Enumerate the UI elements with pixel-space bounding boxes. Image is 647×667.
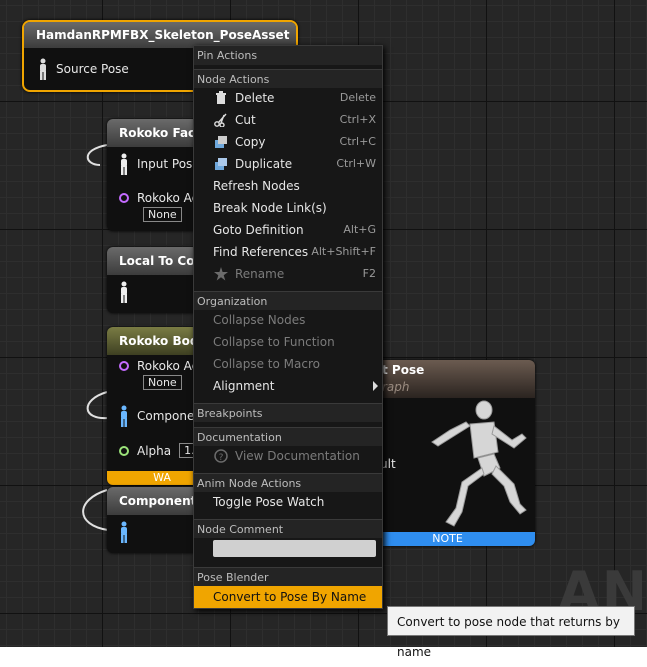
tooltip: Convert to pose node that returns by nam… (387, 606, 635, 659)
component-pin[interactable]: Componer (119, 405, 199, 427)
alignment-label: Alignment (213, 379, 275, 393)
copy-icon (215, 136, 227, 148)
section-pose-blender: Pose Blender (194, 567, 382, 586)
menu-item-find-references[interactable]: Find References Alt+Shift+F (194, 241, 382, 263)
wire-face (86, 144, 108, 166)
menu-item-duplicate[interactable]: Duplicate Ctrl+W (194, 153, 382, 175)
section-pin-actions: Pin Actions (194, 46, 382, 65)
menu-item-refresh-nodes[interactable]: Refresh Nodes (194, 175, 382, 197)
cut-shortcut: Ctrl+X (339, 113, 376, 126)
node-context-menu: Pin Actions Node Actions Delete Delete C… (193, 45, 383, 609)
output-pose-header: t Pose raph (360, 360, 535, 398)
rokoko-actor-pin[interactable]: Rokoko Ac (119, 191, 198, 205)
menu-item-convert-pose-by-name[interactable]: Convert to Pose By Name (194, 586, 382, 608)
running-mannequin-icon (431, 400, 527, 527)
input-pose-pin[interactable]: Input Pose (119, 153, 200, 175)
toggle-pose-watch-label: Toggle Pose Watch (213, 495, 325, 509)
menu-item-delete[interactable]: Delete Delete (194, 87, 382, 109)
duplicate-shortcut: Ctrl+W (336, 157, 376, 170)
copy-label: Copy (235, 135, 266, 149)
section-anim-node-actions: Anim Node Actions (194, 473, 382, 492)
object-pin-icon (119, 193, 129, 203)
pose-figure-icon (121, 153, 127, 175)
section-node-comment: Node Comment (194, 519, 382, 538)
section-documentation: Documentation (194, 427, 382, 446)
rokoko-body-actor-value[interactable]: None (143, 375, 182, 390)
rename-shortcut: F2 (362, 267, 376, 280)
convert-pose-by-name-label: Convert to Pose By Name (213, 590, 367, 604)
rokoko-body-actor-label: Rokoko Ac (137, 359, 199, 373)
menu-item-toggle-pose-watch[interactable]: Toggle Pose Watch (194, 491, 382, 513)
output-pose-node[interactable]: t Pose raph ult NOTE (360, 360, 535, 546)
duplicate-icon (215, 158, 227, 170)
menu-item-collapse-nodes[interactable]: Collapse Nodes (194, 309, 382, 331)
collapse-function-label: Collapse to Function (213, 335, 335, 349)
output-pose-title: t Pose (382, 363, 425, 377)
source-pose-label: Source Pose (56, 62, 129, 76)
delete-icon (216, 91, 226, 104)
menu-item-break-links[interactable]: Break Node Link(s) (194, 197, 382, 219)
wire-body (86, 391, 109, 420)
rokoko-actor-label: Rokoko Ac (137, 191, 199, 205)
pose-figure-icon (121, 521, 127, 543)
node-comment-input[interactable] (213, 540, 376, 557)
duplicate-label: Duplicate (235, 157, 293, 171)
alpha-label: Alpha (137, 443, 172, 458)
pose-figure-icon (121, 405, 127, 427)
output-pose-footer: NOTE (360, 532, 535, 546)
rename-star-icon (214, 267, 228, 281)
output-pose-subtitle: raph (382, 380, 410, 394)
goto-definition-label: Goto Definition (213, 223, 304, 237)
submenu-arrow-icon (373, 381, 378, 391)
copy-shortcut: Ctrl+C (339, 135, 376, 148)
menu-item-goto-definition[interactable]: Goto Definition Alt+G (194, 219, 382, 241)
input-pose-label: Input Pose (137, 157, 200, 171)
menu-item-copy[interactable]: Copy Ctrl+C (194, 131, 382, 153)
source-pose-pin[interactable]: Source Pose (38, 58, 129, 80)
rokoko-actor-value[interactable]: None (143, 207, 182, 222)
component-label: Componer (137, 409, 200, 423)
section-organization: Organization (194, 291, 382, 310)
section-breakpoints: Breakpoints (194, 403, 382, 422)
menu-item-alignment[interactable]: Alignment (194, 375, 382, 397)
cut-label: Cut (235, 113, 256, 127)
object-pin-icon (119, 361, 129, 371)
refresh-nodes-label: Refresh Nodes (213, 179, 300, 193)
pose-figure-icon (40, 58, 46, 80)
section-node-actions: Node Actions (194, 69, 382, 88)
goto-definition-shortcut: Alt+G (343, 223, 376, 236)
menu-item-rename[interactable]: Rename F2 (194, 263, 382, 285)
wire-component (82, 489, 109, 531)
collapse-nodes-label: Collapse Nodes (213, 313, 306, 327)
view-documentation-label: View Documentation (235, 449, 360, 463)
menu-item-cut[interactable]: Cut Ctrl+X (194, 109, 382, 131)
scissors-icon (214, 113, 227, 127)
find-references-shortcut: Alt+Shift+F (311, 245, 376, 258)
delete-label: Delete (235, 91, 275, 105)
rename-label: Rename (235, 267, 285, 281)
pose-figure-icon (121, 281, 127, 303)
menu-item-collapse-macro[interactable]: Collapse to Macro (194, 353, 382, 375)
svg-text:?: ? (219, 453, 224, 463)
help-icon: ? (214, 449, 228, 463)
rokoko-body-actor-pin[interactable]: Rokoko Ac (119, 359, 198, 373)
menu-item-collapse-function[interactable]: Collapse to Function (194, 331, 382, 353)
collapse-macro-label: Collapse to Macro (213, 357, 320, 371)
delete-shortcut: Delete (339, 91, 376, 104)
float-pin-icon (119, 445, 129, 456)
break-links-label: Break Node Link(s) (213, 201, 327, 215)
menu-item-view-documentation[interactable]: ? View Documentation (194, 445, 382, 467)
find-references-label: Find References (213, 245, 309, 259)
